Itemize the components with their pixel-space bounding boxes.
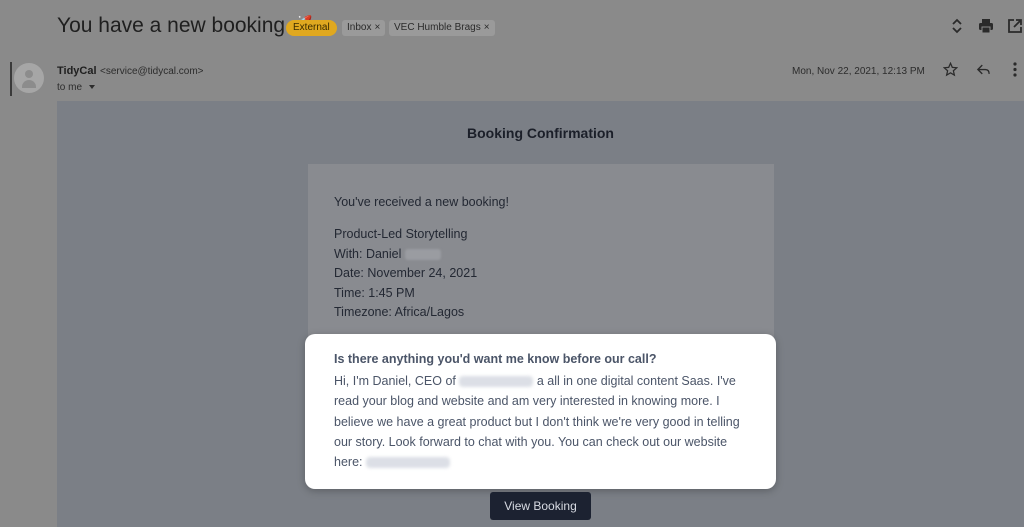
sender-email: <service@tidycal.com> <box>100 66 204 77</box>
recipient-dropdown[interactable]: to me <box>57 82 96 93</box>
avatar-body <box>22 80 36 88</box>
answer-part2: a all in one digital content Saas. I've … <box>334 374 740 470</box>
booking-intro: You've received a new booking! <box>334 195 509 209</box>
print-icon[interactable] <box>977 18 995 36</box>
remove-label-icon[interactable]: × <box>484 22 490 33</box>
reply-icon[interactable] <box>974 62 992 80</box>
chevron-down-icon <box>88 85 95 90</box>
more-options-icon[interactable] <box>1006 62 1024 80</box>
highlighted-question-box: Is there anything you'd want me know bef… <box>305 334 776 489</box>
remove-label-icon[interactable]: × <box>374 22 380 33</box>
label-inbox[interactable]: Inbox × <box>342 20 386 36</box>
event-name: Product-Led Storytelling <box>334 227 468 241</box>
redacted-surname <box>404 248 441 260</box>
expand-collapse-icon[interactable] <box>948 18 966 36</box>
booking-date: Date: November 24, 2021 <box>334 266 478 281</box>
answer-text: Hi, I'm Daniel, CEO of a all in one digi… <box>334 371 754 472</box>
booking-time: Time: 1:45 PM <box>334 285 415 300</box>
question-heading: Is there anything you'd want me know bef… <box>334 352 657 366</box>
email-view: You have a new booking🚀 External Inbox× … <box>0 0 1024 527</box>
email-subject: You have a new booking🚀 <box>57 14 313 38</box>
avatar-divider <box>10 62 12 96</box>
booking-timezone: Timezone: Africa/Lagos <box>334 305 465 320</box>
booking-details: Product-Led Storytelling With: Daniel Da… <box>334 225 477 323</box>
recipient-text: to me <box>57 82 83 93</box>
email-date: Mon, Nov 22, 2021, 12:13 PM <box>792 66 925 77</box>
booking-with-text: With: Daniel <box>334 246 402 261</box>
star-icon[interactable] <box>941 61 959 80</box>
redacted-company <box>459 376 534 388</box>
booking-with: With: Daniel <box>334 245 477 265</box>
avatar-head <box>25 70 33 78</box>
label-external[interactable]: External <box>286 20 337 36</box>
answer-part1: Hi, I'm Daniel, CEO of <box>334 374 456 388</box>
label-vec-text: VEC Humble Brags <box>394 22 481 33</box>
label-inbox-text: Inbox <box>347 22 372 33</box>
booking-confirmation-title: Booking Confirmation <box>467 125 614 141</box>
sender-row: TidyCal <service@tidycal.com> to me Mon,… <box>0 58 1024 98</box>
label-external-text: External <box>293 22 330 33</box>
redacted-website <box>365 457 450 469</box>
subject-row: You have a new booking🚀 External Inbox× … <box>0 0 1024 56</box>
avatar[interactable] <box>14 63 44 93</box>
view-booking-button[interactable]: View Booking <box>490 492 591 520</box>
label-vec-humble-brags[interactable]: VEC Humble Brags × <box>389 20 495 36</box>
subject-text: You have a new booking <box>57 14 286 37</box>
sender-name[interactable]: TidyCal <box>57 65 97 77</box>
open-in-new-window-icon[interactable] <box>1006 18 1024 36</box>
